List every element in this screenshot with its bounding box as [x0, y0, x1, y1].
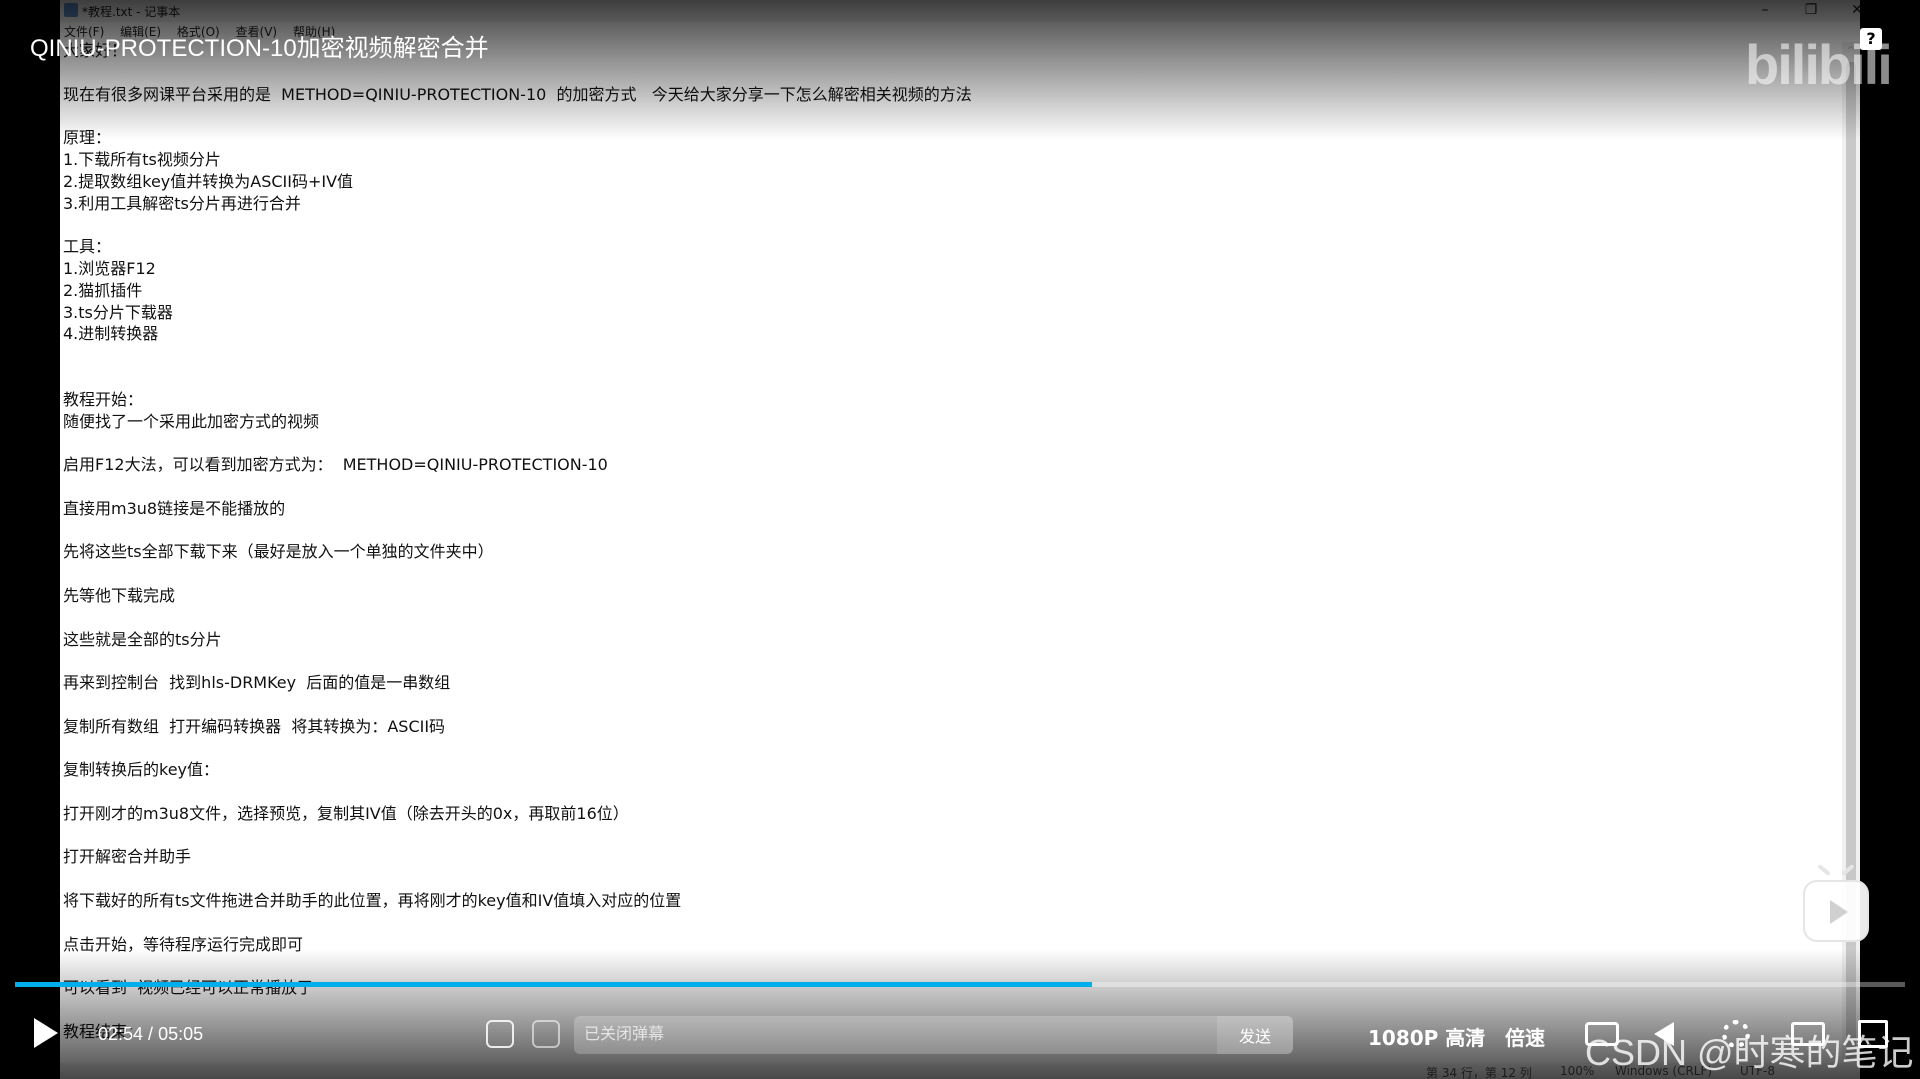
text-line: 4.进制转换器 — [63, 324, 159, 344]
text-line — [63, 62, 1843, 84]
text-line — [63, 520, 1843, 542]
text-line: 工具： — [63, 237, 112, 257]
quality-button[interactable]: 1080P 高清 — [1368, 1022, 1485, 1051]
play-button[interactable] — [34, 1018, 58, 1048]
text-line — [63, 476, 1843, 498]
text-line — [63, 650, 1843, 672]
text-line: 2.猫抓插件 — [63, 280, 143, 300]
text-line: 1.浏览器F12 — [63, 258, 156, 278]
text-line — [63, 563, 1843, 585]
notepad-app-icon — [64, 3, 78, 17]
text-line: 启用F12大法，可以看到加密方式为： METHOD=QINIU-PROTECTI… — [63, 455, 608, 475]
send-button[interactable]: 发送 — [1217, 1016, 1293, 1054]
text-line — [63, 607, 1843, 629]
text-line: 3.ts分片下载器 — [63, 302, 173, 322]
restore-icon: ❐ — [1804, 2, 1818, 18]
mini-player-icon[interactable] — [1803, 863, 1869, 942]
text-line: 现在有很多网课平台采用的是 METHOD=QINIU-PROTECTION-10… — [63, 84, 972, 104]
play-icon — [1830, 900, 1848, 924]
text-line: 可以看到 视频已经可以正常播放了 — [63, 978, 314, 998]
progress-fill — [15, 982, 1093, 987]
text-line: 3.利用工具解密ts分片再进行合并 — [63, 193, 301, 213]
caret-up-icon: ⌃ — [1845, 44, 1857, 60]
text-line — [63, 214, 1843, 236]
text-line: 2.提取数组key值并转换为ASCII码+IV值 — [63, 171, 354, 191]
text-line: 随便找了一个采用此加密方式的视频 — [63, 411, 320, 431]
text-line: 原理： — [63, 128, 112, 148]
text-line: 将下载好的所有ts文件拖进合并助手的此位置，再将刚才的key值和IV值填入对应的… — [63, 891, 682, 911]
text-line — [63, 781, 1843, 803]
progress-bar[interactable] — [15, 982, 1905, 987]
time-total: 05:05 — [158, 1024, 204, 1044]
danmaku-input[interactable] — [574, 1016, 1217, 1054]
text-line — [63, 955, 1843, 977]
text-line: 这些就是全部的ts分片 — [63, 629, 222, 649]
minimize-icon: – — [1761, 2, 1769, 18]
text-line: 再来到控制台 找到hls-DRMKey 后面的值是一串数组 — [63, 673, 451, 693]
speed-button[interactable]: 倍速 — [1505, 1022, 1545, 1051]
text-line — [63, 868, 1843, 890]
danmaku-settings-icon[interactable] — [532, 1020, 560, 1048]
text-line: 复制所有数组 打开编码转换器 将其转换为：ASCII码 — [63, 716, 446, 736]
text-line — [63, 912, 1843, 934]
help-icon[interactable]: ? — [1860, 28, 1882, 50]
notepad-text-content: 大家好！ 现在有很多网课平台采用的是 METHOD=QINIU-PROTECTIO… — [63, 40, 1843, 1043]
video-title: QINIU-PROTECTION-10加密视频解密合并 — [30, 35, 489, 62]
notepad-titlebar: *教程.txt - 记事本 – ❐ ✕ — [60, 0, 1860, 22]
text-line: 打开刚才的m3u8文件，选择预览，复制其IV值（除去开头的0x，再取前16位） — [63, 803, 629, 823]
text-line — [63, 694, 1843, 716]
time-display: 02:54 / 05:05 — [98, 1024, 203, 1045]
time-current: 02:54 — [98, 1024, 144, 1044]
notepad-window: *教程.txt - 记事本 – ❐ ✕ 文件(F) 编辑(E) 格式(O) 查看… — [60, 0, 1860, 1079]
text-line: 先等他下载完成 — [63, 585, 176, 605]
text-line: 1.下载所有ts视频分片 — [63, 149, 221, 169]
text-line: 打开解密合并助手 — [63, 847, 192, 867]
time-separator: / — [143, 1024, 159, 1044]
text-line: 直接用m3u8链接是不能播放的 — [63, 498, 286, 518]
text-line: 点击开始，等待程序运行完成即可 — [63, 934, 304, 954]
text-line: 复制转换后的key值： — [63, 760, 220, 780]
text-line — [63, 825, 1843, 847]
text-line: 先将这些ts全部下载下来（最好是放入一个单独的文件夹中） — [63, 542, 494, 562]
csdn-watermark: CSDN @时寒的笔记 — [1585, 1032, 1914, 1073]
text-line — [63, 345, 1843, 367]
text-line — [63, 432, 1843, 454]
text-line — [63, 738, 1843, 760]
notepad-window-title: *教程.txt - 记事本 — [82, 5, 181, 19]
status-position: 第 34 行，第 12 列 — [1426, 1066, 1532, 1079]
danmaku-toggle-icon[interactable] — [486, 1020, 514, 1048]
close-icon: ✕ — [1851, 2, 1860, 18]
text-line: 教程开始： — [63, 389, 144, 409]
text-line — [63, 367, 1843, 389]
text-line — [63, 105, 1843, 127]
